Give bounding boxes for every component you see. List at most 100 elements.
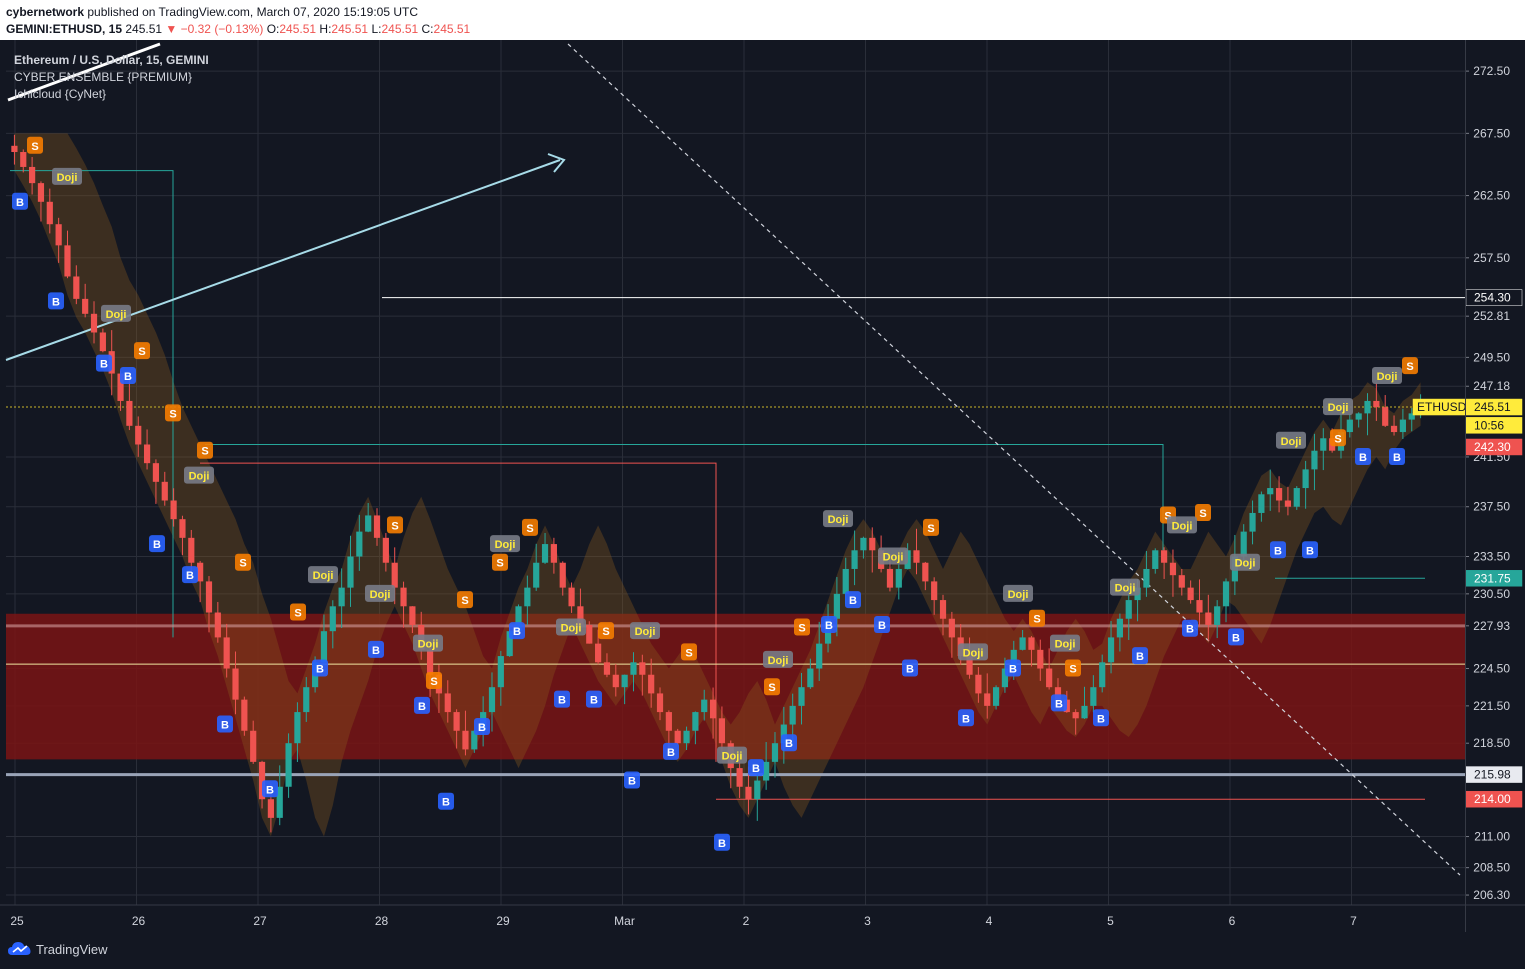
candle-body [1072, 712, 1079, 719]
buy-signal-badge: B [368, 640, 384, 658]
price-chart[interactable]: B B B B B B B B B B B B B B B B B B B B B B B B B B B B B B B B B B B B S S S S… [0, 40, 1525, 932]
price-axis-label: 254.30 [1465, 289, 1523, 306]
candle-body [135, 425, 142, 445]
high-label: H: [319, 22, 332, 36]
buy-signal-badge: B [821, 615, 837, 633]
badge-label: S [602, 626, 609, 638]
candle-body [1125, 600, 1132, 619]
candle-body [1275, 488, 1283, 501]
badge-label: B [442, 797, 450, 809]
candle-body [1187, 587, 1194, 601]
candle-body [179, 519, 186, 538]
candle-body [913, 550, 920, 563]
time-axis: 25 26 27 28 29 Mar 2 3 4 5 6 7 [0, 904, 1525, 928]
badge-label: S [201, 446, 208, 458]
candle-body [595, 643, 602, 663]
buy-signal-badge: B [1302, 541, 1318, 559]
badge-label: B [718, 838, 726, 850]
buy-signal-badge: B [781, 734, 797, 752]
candle-body [674, 730, 681, 744]
candle-body [90, 313, 98, 333]
buy-signal-badge: B [958, 709, 974, 727]
price-tick-label: 221.50 [1473, 699, 1510, 713]
badge-label: Doji [1328, 402, 1349, 414]
buy-signal-badge: B [149, 535, 165, 553]
badge-label: B [825, 620, 833, 632]
badge-label: B [667, 747, 675, 759]
buy-signal-badge: B [1051, 694, 1067, 712]
candle-body [568, 587, 575, 607]
time-tick-label: 26 [132, 914, 146, 928]
candle-body [886, 568, 894, 588]
badge-label: S [768, 682, 775, 694]
price-tick-label: 211.00 [1474, 830, 1510, 844]
candle-body [586, 624, 593, 644]
candle-body [11, 145, 18, 153]
candle-body [931, 581, 938, 601]
candle-body [488, 687, 496, 713]
sell-signal-badge: S [1330, 429, 1346, 447]
candle-body [1143, 568, 1150, 588]
time-tick-label: 29 [496, 914, 510, 928]
candle-body [303, 687, 310, 713]
candle-body [718, 718, 726, 744]
doji-signal-badge: Doji [763, 650, 793, 668]
candle-body [320, 631, 328, 663]
doji-signal-badge: Doji [1167, 516, 1197, 534]
candle-body [1382, 407, 1389, 426]
candle-body [550, 544, 557, 563]
buy-signal-badge: B [586, 690, 602, 708]
candle-body [55, 224, 62, 246]
buy-signal-badge: B [1182, 619, 1198, 637]
doji-signal-badge: Doji [878, 547, 908, 565]
badge-label: B [962, 713, 970, 725]
candle-body [1099, 662, 1106, 688]
badge-label: B [1136, 651, 1144, 663]
time-tick-label: 2 [743, 914, 750, 928]
sell-signal-badge: S [457, 591, 473, 609]
doji-signal-badge: Doji [308, 566, 338, 584]
buy-signal-badge: B [714, 833, 730, 851]
buy-signal-badge: B [509, 622, 525, 640]
badge-label: S [1334, 433, 1341, 445]
price-label-text: 215.98 [1474, 768, 1511, 782]
price-axis-label: 10:56 [1465, 417, 1523, 434]
symbol-title[interactable]: Ethereum / U.S. Dollar, 15, GEMINI [14, 52, 209, 69]
price-axis-label: 231.75 [1465, 570, 1523, 587]
candle-body [391, 562, 398, 588]
badge-label: Doji [1377, 371, 1398, 383]
badge-label: Doji [963, 647, 984, 659]
candle-body [1355, 413, 1362, 420]
indicator-cyber-ensemble[interactable]: CYBER ENSEMBLE {PREMIUM} [14, 69, 209, 86]
indicator-ichicloud[interactable]: Ichicloud {CyNet} [14, 86, 209, 103]
doji-signal-badge: Doji [556, 618, 586, 636]
buy-signal-badge: B [120, 367, 136, 385]
sell-signal-badge: S [27, 136, 43, 154]
badge-label: Doji [635, 626, 656, 638]
open-label: O: [266, 22, 280, 36]
price-label-text: 245.51 [1474, 400, 1511, 414]
price-axis-divider [1465, 40, 1466, 932]
badge-label: B [785, 738, 793, 750]
footer: TradingView [0, 932, 1525, 969]
badge-label: B [1274, 545, 1282, 557]
time-tick-label: 5 [1107, 914, 1114, 928]
price-tick-label: 208.50 [1473, 861, 1510, 875]
price-tick-label: 233.50 [1473, 550, 1510, 564]
doji-signal-badge: Doji [1323, 398, 1353, 416]
publish-line: cybernetwork published on TradingView.co… [6, 5, 418, 19]
buy-signal-badge: B [902, 659, 918, 677]
badge-label: S [927, 523, 934, 535]
candle-body [798, 687, 805, 706]
sell-signal-badge: S [134, 342, 150, 360]
candle-body [992, 687, 1000, 706]
sell-signal-badge: S [1402, 357, 1418, 375]
badge-label: B [558, 695, 566, 707]
candle-body [365, 515, 372, 532]
badge-label: B [478, 722, 486, 734]
price-tick-label: 224.50 [1473, 662, 1510, 676]
buy-signal-badge: B [845, 591, 861, 609]
author-name[interactable]: cybernetwork [6, 5, 84, 19]
candle-body [692, 712, 699, 731]
tradingview-logo[interactable]: TradingView [8, 941, 108, 957]
